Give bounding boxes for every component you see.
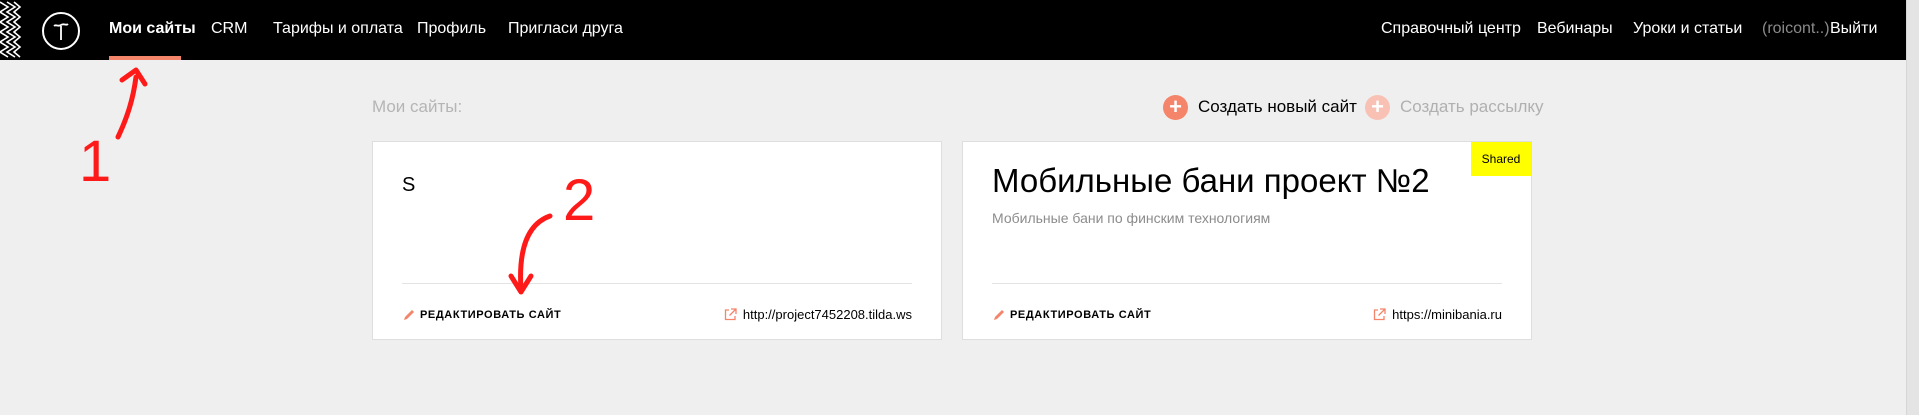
top-navigation-bar: Мои сайты CRM Тарифы и оплата Профиль Пр… (0, 0, 1906, 60)
zigzag-decoration (0, 1, 22, 58)
create-site-button[interactable]: + Создать новый сайт (1163, 94, 1357, 120)
nav-logout[interactable]: Выйти (1830, 20, 1877, 38)
site-card[interactable]: S РЕДАКТИРОВАТЬ САЙТ http://project74522… (372, 141, 942, 340)
annotation-arrows (115, 67, 553, 295)
nav-account[interactable]: (roicont..) (1762, 20, 1830, 38)
site-card[interactable]: Shared Мобильные бани проект №2 Мобильны… (962, 141, 1532, 340)
create-newsletter-label: Создать рассылку (1400, 97, 1544, 116)
nav-help-center[interactable]: Справочный центр (1381, 20, 1521, 38)
nav-lessons[interactable]: Уроки и статьи (1633, 20, 1742, 38)
active-nav-indicator (109, 56, 181, 60)
site-title: S (402, 174, 416, 196)
site-description: Мобильные бани по финским технологиям (992, 210, 1271, 226)
site-url-link[interactable]: https://minibania.ru (1373, 307, 1502, 322)
annotation-number-1: 1 (79, 129, 112, 194)
card-divider (992, 283, 1502, 284)
create-newsletter-button[interactable]: + Создать рассылку (1365, 94, 1544, 120)
annotation-number-2: 2 (563, 168, 596, 233)
tilda-t-icon (53, 23, 69, 40)
pencil-icon (404, 310, 414, 320)
arrow-1-head (119, 67, 148, 87)
shared-badge: Shared (1471, 142, 1531, 176)
nav-invite-friend[interactable]: Пригласи друга (508, 20, 623, 38)
site-url: http://project7452208.tilda.ws (742, 307, 912, 322)
site-title: Мобильные бани проект №2 (992, 162, 1430, 199)
nav-my-sites[interactable]: Мои сайты (109, 20, 196, 38)
external-link-icon (724, 308, 737, 321)
site-url: https://minibania.ru (1392, 307, 1502, 322)
edit-site-link[interactable]: РЕДАКТИРОВАТЬ САЙТ (992, 308, 1151, 322)
create-site-label: Создать новый сайт (1198, 97, 1357, 116)
edit-site-label: РЕДАКТИРОВАТЬ САЙТ (1010, 309, 1152, 321)
edit-site-link[interactable]: РЕДАКТИРОВАТЬ САЙТ (402, 308, 561, 322)
plus-icon: + (1163, 94, 1188, 120)
pencil-icon (994, 310, 1004, 320)
page-heading: Мои сайты: (372, 97, 463, 116)
page-scrollbar[interactable] (1906, 0, 1919, 415)
arrow-1-shaft (115, 74, 139, 140)
site-url-link[interactable]: http://project7452208.tilda.ws (724, 307, 912, 322)
tilda-logo[interactable] (42, 12, 80, 50)
nav-crm[interactable]: CRM (211, 20, 247, 38)
edit-site-label: РЕДАКТИРОВАТЬ САЙТ (420, 309, 562, 321)
card-divider (402, 283, 912, 284)
nav-profile[interactable]: Профиль (417, 20, 486, 38)
nav-tariffs[interactable]: Тарифы и оплата (273, 20, 403, 38)
nav-webinars[interactable]: Вебинары (1537, 20, 1613, 38)
plus-icon: + (1365, 94, 1390, 120)
external-link-icon (1374, 308, 1386, 321)
